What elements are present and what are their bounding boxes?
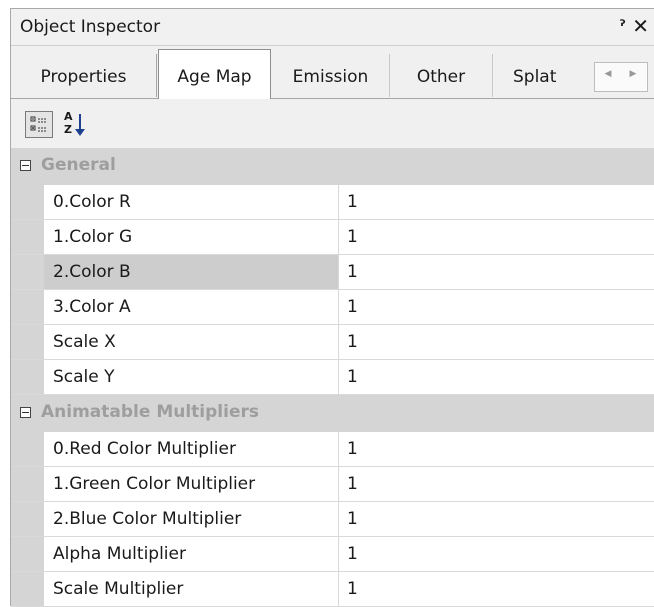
property-name: 1.Color G — [44, 220, 339, 254]
tab-label: Properties — [40, 67, 127, 87]
row-gutter — [11, 220, 44, 254]
tab-label: Splat — [513, 67, 557, 87]
row-gutter — [11, 255, 44, 289]
tab-label: Age Map — [177, 67, 252, 87]
chevron-left-icon[interactable]: ◀ — [597, 69, 619, 79]
row-gutter — [11, 502, 44, 536]
property-row[interactable]: Scale Y 1 — [11, 360, 654, 395]
row-gutter — [11, 185, 44, 219]
tab-scroll-buttons: ◀ ▶ — [594, 62, 648, 92]
tab-strip: Properties Age Map Emission Other Splat … — [11, 46, 654, 99]
title-bar: Object Inspector ˀ ✕ — [11, 9, 654, 46]
row-gutter — [11, 360, 44, 394]
tab-other[interactable]: Other — [390, 54, 493, 97]
row-gutter — [11, 537, 44, 571]
chevron-right-icon[interactable]: ▶ — [622, 69, 644, 79]
row-gutter — [11, 432, 44, 466]
sort-letter-z: Z — [64, 123, 72, 136]
category-animatable-multipliers[interactable]: Animatable Multipliers — [11, 395, 654, 432]
sort-alphabetical-icon[interactable]: A Z — [64, 110, 88, 140]
tab-emission[interactable]: Emission — [272, 54, 390, 97]
collapse-icon[interactable] — [20, 160, 31, 171]
property-row[interactable]: Scale Multiplier 1 — [11, 572, 654, 607]
pin-icon[interactable]: ˀ — [620, 16, 625, 35]
row-gutter — [11, 467, 44, 501]
category-label: Animatable Multipliers — [41, 402, 259, 422]
tab-age-map[interactable]: Age Map — [158, 49, 271, 99]
tab-properties[interactable]: Properties — [11, 54, 157, 97]
property-row[interactable]: Alpha Multiplier 1 — [11, 537, 654, 572]
property-name: 0.Red Color Multiplier — [44, 432, 339, 466]
toolbar: A Z — [11, 99, 654, 147]
collapse-icon[interactable] — [20, 407, 31, 418]
row-gutter — [11, 325, 44, 359]
property-name: Scale X — [44, 325, 339, 359]
property-value[interactable]: 1 — [347, 262, 358, 282]
category-general[interactable]: General — [11, 148, 654, 185]
row-gutter — [11, 572, 44, 606]
property-row-selected[interactable]: 2.Color B 1 — [11, 255, 654, 290]
property-row[interactable]: 0.Color R 1 — [11, 185, 654, 220]
object-inspector-panel: Object Inspector ˀ ✕ Properties Age Map … — [10, 8, 654, 607]
property-value[interactable]: 1 — [347, 579, 358, 599]
panel-title: Object Inspector — [20, 17, 161, 37]
property-value[interactable]: 1 — [347, 544, 358, 564]
property-grid: General 0.Color R 1 1.Color G 1 2.Color … — [11, 148, 654, 607]
property-row[interactable]: 1.Green Color Multiplier 1 — [11, 467, 654, 502]
property-name: Alpha Multiplier — [44, 537, 339, 571]
tab-label: Emission — [292, 67, 369, 87]
property-value[interactable]: 1 — [347, 367, 358, 387]
property-name: 1.Green Color Multiplier — [44, 467, 339, 501]
property-value[interactable]: 1 — [347, 332, 358, 352]
property-row[interactable]: Scale X 1 — [11, 325, 654, 360]
row-gutter — [11, 290, 44, 324]
property-name: 3.Color A — [44, 290, 339, 324]
property-name: Scale Y — [44, 360, 339, 394]
property-name: 2.Color B — [44, 255, 339, 289]
tab-label: Other — [416, 67, 466, 87]
property-row[interactable]: 0.Red Color Multiplier 1 — [11, 432, 654, 467]
property-name: 0.Color R — [44, 185, 339, 219]
tab-splat[interactable]: Splat — [493, 54, 593, 97]
category-label: General — [41, 155, 116, 175]
property-value[interactable]: 1 — [347, 509, 358, 529]
property-row[interactable]: 1.Color G 1 — [11, 220, 654, 255]
property-value[interactable]: 1 — [347, 192, 358, 212]
property-value[interactable]: 1 — [347, 227, 358, 247]
sort-letter-a: A — [64, 110, 73, 123]
categorized-view-icon[interactable] — [25, 111, 53, 138]
property-row[interactable]: 2.Blue Color Multiplier 1 — [11, 502, 654, 537]
property-name: Scale Multiplier — [44, 572, 339, 606]
property-name: 2.Blue Color Multiplier — [44, 502, 339, 536]
close-icon[interactable]: ✕ — [632, 14, 649, 38]
property-value[interactable]: 1 — [347, 474, 358, 494]
property-row[interactable]: 3.Color A 1 — [11, 290, 654, 325]
property-value[interactable]: 1 — [347, 297, 358, 317]
property-value[interactable]: 1 — [347, 439, 358, 459]
